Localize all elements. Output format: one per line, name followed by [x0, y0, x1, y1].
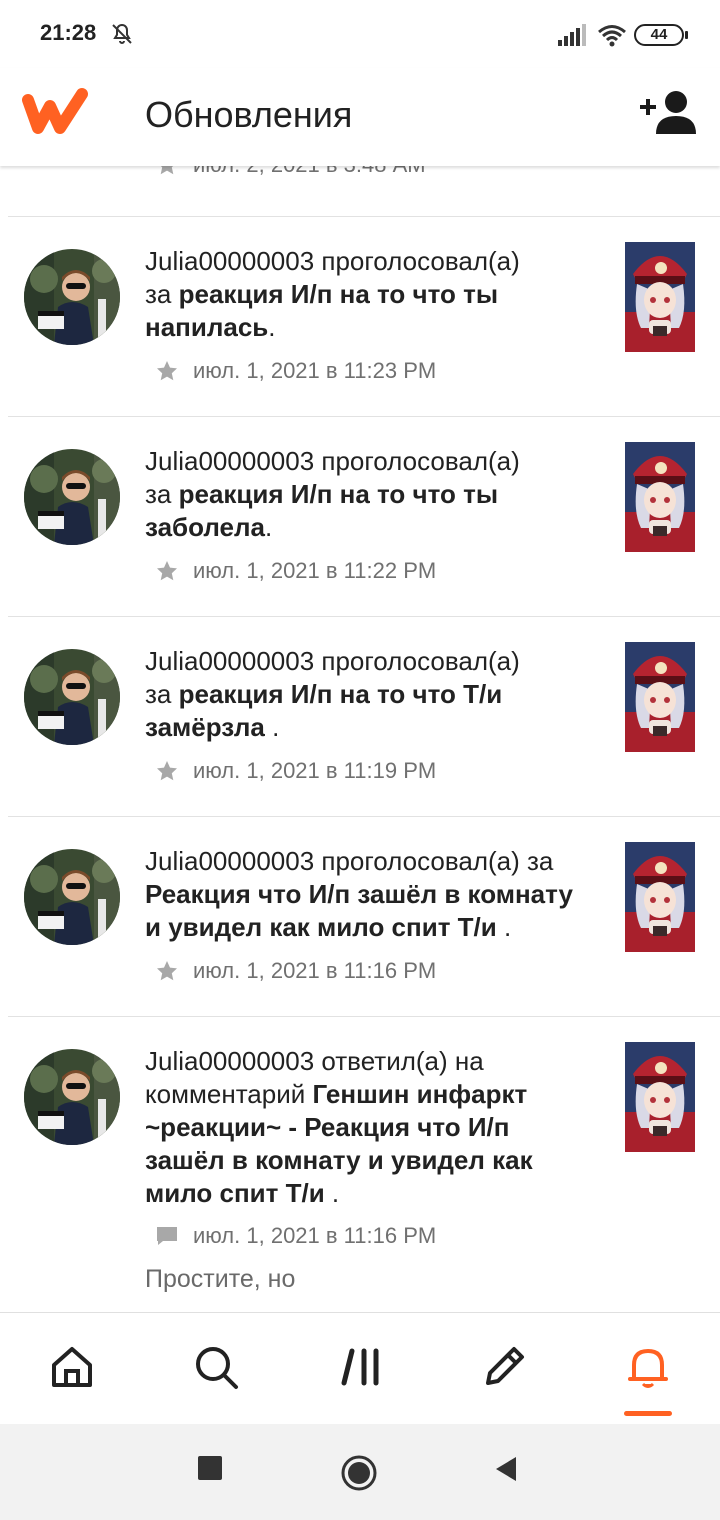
timestamp-row: июл. 1, 2021 в 11:23 PM — [155, 356, 436, 386]
star-icon — [157, 761, 177, 781]
timestamp: июл. 1, 2021 в 11:19 PM — [193, 758, 437, 783]
wattpad-logo-icon[interactable] — [22, 86, 90, 136]
story-link[interactable]: зашёл в комнату и увидел как — [145, 1144, 605, 1177]
battery-indicator: 44 — [634, 24, 688, 46]
username-link[interactable]: Julia00000003 — [145, 846, 314, 876]
story-cover[interactable] — [625, 842, 695, 952]
user-avatar[interactable] — [24, 249, 120, 345]
tail-text: . — [324, 1178, 340, 1208]
story-link[interactable]: заболела — [145, 512, 265, 542]
active-tab-indicator — [624, 1411, 672, 1416]
list-item[interactable]: Julia00000003 проголосовал(а) за реакция… — [0, 617, 720, 816]
action-text: проголосовал(а) — [314, 446, 520, 476]
bottom-nav — [0, 1312, 720, 1424]
action-text: проголосовал(а) — [314, 246, 520, 276]
action-text: проголосовал(а) — [314, 646, 520, 676]
library-icon[interactable] — [338, 1343, 386, 1391]
action-text: ответил(а) на — [314, 1046, 484, 1076]
notifications-bell-icon[interactable] — [624, 1343, 672, 1391]
wifi-icon — [598, 25, 626, 47]
star-icon — [157, 561, 177, 581]
list-item[interactable]: Julia00000003 проголосовал(а) за реакция… — [0, 217, 720, 416]
list-item[interactable]: Julia00000003 ответил(а) на комментарий … — [0, 1017, 720, 1312]
app-header: Обновления — [0, 68, 720, 166]
home-system-icon[interactable] — [340, 1454, 378, 1492]
user-avatar[interactable] — [24, 449, 120, 545]
action-text: за — [145, 279, 179, 309]
tail-text: . — [268, 312, 276, 342]
username-link[interactable]: Julia00000003 — [145, 446, 314, 476]
story-cover[interactable] — [625, 1042, 695, 1152]
page-title: Обновления — [145, 94, 353, 135]
notifications-feed[interactable]: июл. 2, 2021 в 3:48 AM Julia00000003 про… — [0, 166, 720, 1312]
tail-text: . — [264, 512, 273, 542]
home-icon[interactable] — [48, 1343, 96, 1391]
username-link[interactable]: Julia00000003 — [145, 1046, 314, 1076]
story-link[interactable]: Геншин инфаркт — [313, 1079, 528, 1109]
user-avatar[interactable] — [24, 649, 120, 745]
tail-text: . — [264, 712, 280, 742]
timestamp: июл. 1, 2021 в 11:23 PM — [193, 358, 437, 383]
story-link[interactable]: реакция И/п на то что ты — [179, 479, 498, 509]
comment-snippet[interactable]: Простите, но — [145, 1265, 295, 1294]
star-icon — [157, 361, 177, 381]
list-item[interactable]: Julia00000003 проголосовал(а) за реакция… — [0, 417, 720, 616]
story-link[interactable]: напилась — [145, 312, 268, 342]
comment-icon — [157, 1227, 177, 1245]
notifications-muted-icon — [112, 23, 132, 44]
story-link[interactable]: и увидел как мило спит Т/и — [145, 912, 497, 942]
story-cover[interactable] — [625, 242, 695, 352]
timestamp-row: июл. 1, 2021 в 11:22 PM — [155, 556, 436, 586]
status-bar: 21:28 44 — [0, 0, 720, 68]
notification-text: Julia00000003 проголосовал(а) за Реакция… — [145, 845, 605, 944]
timestamp: июл. 1, 2021 в 11:22 PM — [193, 558, 437, 583]
list-item-partial[interactable]: июл. 2, 2021 в 3:48 AM — [0, 166, 720, 216]
user-avatar[interactable] — [24, 1049, 120, 1145]
action-text: комментарий — [145, 1079, 313, 1109]
story-link[interactable]: мило спит Т/и — [145, 1178, 325, 1208]
story-cover[interactable] — [625, 642, 695, 752]
notification-text: Julia00000003 проголосовал(а) за реакция… — [145, 245, 605, 344]
story-link[interactable]: Реакция что И/п зашёл в комнату — [145, 879, 573, 909]
status-time: 21:28 — [40, 20, 97, 45]
action-text: за — [145, 479, 179, 509]
user-avatar[interactable] — [24, 849, 120, 945]
story-link[interactable]: реакция И/п на то что ты — [179, 279, 498, 309]
timestamp-row: июл. 1, 2021 в 11:16 PM — [155, 1221, 436, 1251]
signal-icon — [558, 24, 586, 46]
timestamp-row: июл. 1, 2021 в 11:19 PM — [155, 756, 436, 786]
timestamp: июл. 1, 2021 в 11:16 PM — [193, 1223, 437, 1248]
star-icon — [160, 166, 174, 175]
system-navigation-bar — [0, 1424, 720, 1520]
username-link[interactable]: Julia00000003 — [145, 646, 314, 676]
action-text: за — [145, 679, 179, 709]
write-icon[interactable] — [480, 1343, 528, 1391]
notification-text: Julia00000003 проголосовал(а) за реакция… — [145, 645, 605, 744]
story-link[interactable]: замёрзла — [145, 712, 265, 742]
timestamp-row: июл. 2, 2021 в 3:48 AM — [155, 166, 426, 180]
recents-icon[interactable] — [198, 1456, 222, 1480]
timestamp-row: июл. 1, 2021 в 11:16 PM — [155, 956, 436, 986]
tail-text: . — [496, 912, 512, 942]
story-cover[interactable] — [625, 442, 695, 552]
add-friend-icon[interactable] — [640, 88, 696, 136]
timestamp: июл. 2, 2021 в 3:48 AM — [193, 166, 426, 178]
username-link[interactable]: Julia00000003 — [145, 246, 314, 276]
story-link[interactable]: ~реакции~ - Реакция что И/п — [145, 1111, 605, 1144]
star-icon — [157, 961, 177, 981]
story-link[interactable]: реакция И/п на то что Т/и — [179, 679, 503, 709]
notification-text: Julia00000003 проголосовал(а) за реакция… — [145, 445, 605, 544]
list-item[interactable]: Julia00000003 проголосовал(а) за Реакция… — [0, 817, 720, 1016]
action-text: проголосовал(а) за — [314, 846, 554, 876]
search-icon[interactable] — [192, 1343, 240, 1391]
timestamp: июл. 1, 2021 в 11:16 PM — [193, 958, 437, 983]
back-icon[interactable] — [494, 1456, 518, 1482]
notification-text: Julia00000003 ответил(а) на комментарий … — [145, 1045, 605, 1210]
